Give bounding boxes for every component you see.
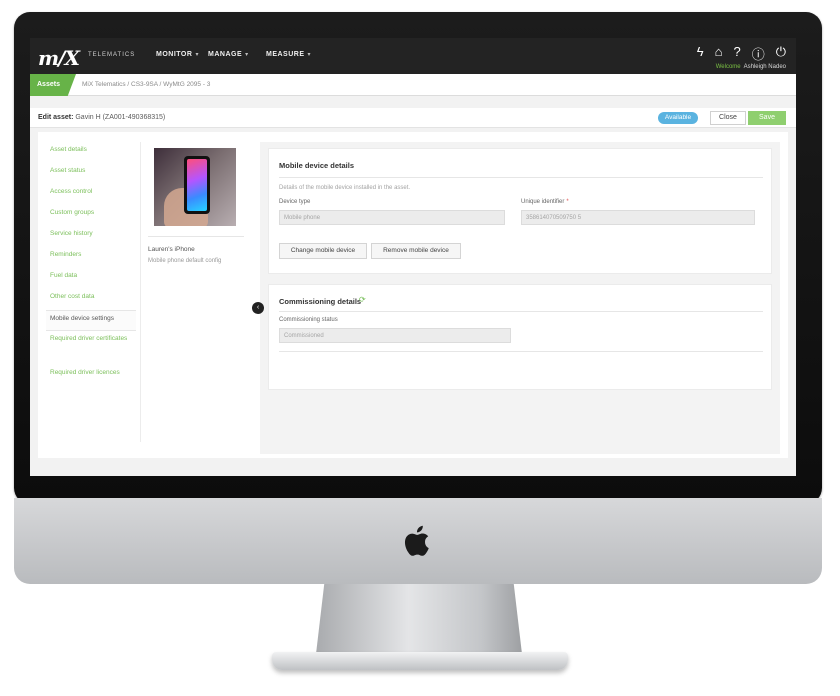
status-badge: Available bbox=[658, 112, 698, 124]
commissioning-status-label: Commissioning status bbox=[279, 317, 338, 323]
commissioning-card: Commissioning details ⟳ Commissioning st… bbox=[268, 284, 772, 390]
divider bbox=[148, 236, 244, 237]
sidebar-item-fuel-data[interactable]: Fuel data bbox=[46, 268, 136, 289]
divider bbox=[279, 177, 763, 178]
sidebar-item-asset-status[interactable]: Asset status bbox=[46, 163, 136, 184]
power-icon[interactable]: ⏻ bbox=[776, 44, 786, 63]
refresh-icon[interactable]: ⟳ bbox=[359, 295, 366, 304]
app-logo[interactable]: m/X bbox=[38, 46, 80, 70]
breadcrumb-path[interactable]: MiX Telematics / CS3-9SA / WyMtG 2095 - … bbox=[82, 81, 210, 88]
commissioning-status-field[interactable]: Commissioned bbox=[279, 328, 511, 343]
sidebar-item-reminders[interactable]: Reminders bbox=[46, 247, 136, 268]
sidebar-item-other-cost-data[interactable]: Other cost data bbox=[46, 289, 136, 310]
close-button[interactable]: Close bbox=[710, 111, 746, 125]
sidebar-item-required-driver-licences[interactable]: Required driver licences bbox=[46, 365, 136, 399]
sidebar-item-custom-groups[interactable]: Custom groups bbox=[46, 205, 136, 226]
edit-asset-bar: Edit asset: Gavin H (ZA001-490368315) Av… bbox=[30, 108, 796, 128]
welcome-text: Welcome Ashleigh Nadeo bbox=[715, 64, 786, 70]
nav-measure[interactable]: MEASURE ▾ bbox=[266, 51, 311, 58]
change-mobile-device-button[interactable]: Change mobile device bbox=[279, 243, 367, 259]
device-config: Mobile phone default config bbox=[148, 258, 222, 264]
sidebar-item-access-control[interactable]: Access control bbox=[46, 184, 136, 205]
nav-manage[interactable]: MANAGE ▾ bbox=[208, 51, 249, 58]
chevron-down-icon: ▾ bbox=[195, 52, 199, 58]
divider bbox=[279, 311, 763, 312]
info-icon[interactable]: ⓘ bbox=[752, 44, 765, 63]
chevron-down-icon: ▾ bbox=[245, 52, 249, 58]
collapse-panel-toggle[interactable]: ‹ bbox=[252, 302, 264, 314]
sidebar-item-asset-details[interactable]: Asset details bbox=[46, 142, 136, 163]
monitor-stand-neck bbox=[316, 584, 522, 654]
device-name: Lauren's iPhone bbox=[148, 246, 195, 253]
card-title: Mobile device details bbox=[279, 161, 355, 170]
asset-sidebar: Asset details Asset status Access contro… bbox=[46, 142, 136, 399]
chevron-down-icon: ▾ bbox=[307, 52, 312, 58]
unique-identifier-field[interactable]: 358614070509750 5 bbox=[521, 210, 755, 225]
card-title: Commissioning details bbox=[279, 297, 362, 306]
sidebar-item-required-driver-certificates[interactable]: Required driver certificates bbox=[46, 331, 136, 365]
device-type-label: Device type bbox=[279, 199, 311, 205]
nav-monitor[interactable]: MONITOR ▾ bbox=[156, 51, 199, 58]
unique-identifier-label: Unique identifier * bbox=[521, 199, 569, 205]
bolt-icon[interactable]: ϟ bbox=[697, 44, 704, 63]
top-nav-bar: m/X TELEMATICS MONITOR ▾ MANAGE ▾ MEASURE ▾… bbox=[30, 38, 796, 74]
monitor-stand-foot bbox=[272, 652, 568, 670]
device-type-field[interactable]: Mobile phone bbox=[279, 210, 505, 225]
user-name[interactable]: Ashleigh Nadeo bbox=[744, 64, 786, 70]
mobile-device-card: Mobile device details Details of the mob… bbox=[268, 148, 772, 274]
home-icon[interactable]: ⌂ bbox=[715, 44, 723, 63]
phone-image bbox=[184, 156, 210, 214]
save-button[interactable]: Save bbox=[748, 111, 786, 125]
page-title: Edit asset: Gavin H (ZA001-490368315) bbox=[38, 114, 166, 121]
help-icon[interactable]: ? bbox=[733, 44, 740, 63]
apple-logo-icon bbox=[404, 525, 429, 556]
sidebar-item-mobile-device-settings[interactable]: Mobile device settings bbox=[46, 310, 136, 331]
main-panel: Mobile device details Details of the mob… bbox=[260, 142, 780, 454]
divider bbox=[279, 351, 763, 352]
app-logo-subtitle: TELEMATICS bbox=[88, 52, 136, 58]
screen: m/X TELEMATICS MONITOR ▾ MANAGE ▾ MEASURE ▾… bbox=[30, 38, 796, 476]
card-description: Details of the mobile device installed i… bbox=[279, 185, 411, 191]
device-photo bbox=[154, 148, 236, 226]
required-marker: * bbox=[566, 199, 569, 205]
breadcrumb-section[interactable]: Assets bbox=[30, 74, 76, 96]
sidebar-item-service-history[interactable]: Service history bbox=[46, 226, 136, 247]
sidebar-divider bbox=[140, 142, 141, 442]
remove-mobile-device-button[interactable]: Remove mobile device bbox=[371, 243, 461, 259]
edit-asset-content: Asset details Asset status Access contro… bbox=[38, 132, 788, 458]
breadcrumb: Assets MiX Telematics / CS3-9SA / WyMtG … bbox=[30, 74, 796, 96]
